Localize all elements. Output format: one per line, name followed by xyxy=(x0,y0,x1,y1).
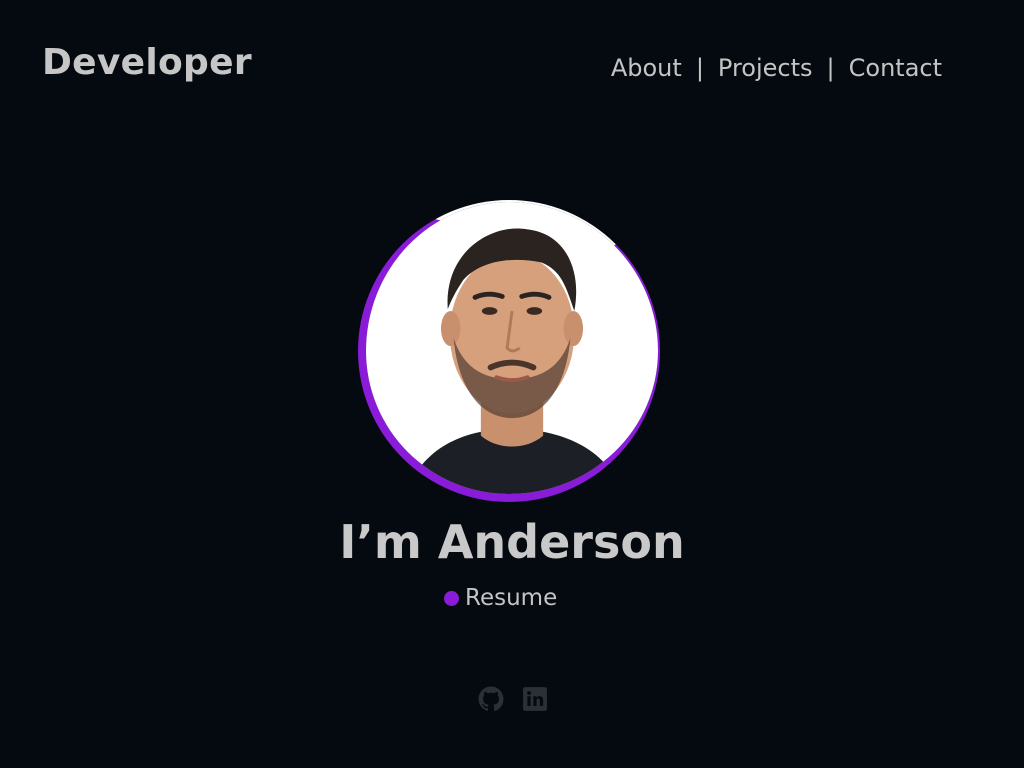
github-icon[interactable] xyxy=(478,686,504,712)
hero-name: I’m Anderson xyxy=(339,515,685,569)
resume-label: Resume xyxy=(465,585,558,611)
social-links xyxy=(478,686,548,712)
main-nav: About | Projects | Contact xyxy=(611,52,942,84)
resume-link[interactable]: Resume xyxy=(444,582,557,614)
nav-projects-link[interactable]: Projects xyxy=(718,52,813,84)
profile-photo xyxy=(366,202,658,494)
nav-about-link[interactable]: About xyxy=(611,52,682,84)
linkedin-icon[interactable] xyxy=(522,686,548,712)
nav-separator: | xyxy=(695,54,704,82)
resume-dot-icon xyxy=(444,590,459,606)
nav-separator: | xyxy=(826,54,835,82)
profile-avatar xyxy=(358,200,660,502)
site-logo[interactable]: Developer xyxy=(42,40,252,86)
page: Developer About | Projects | Contact I’m… xyxy=(0,0,1024,768)
nav-contact-link[interactable]: Contact xyxy=(849,52,942,84)
